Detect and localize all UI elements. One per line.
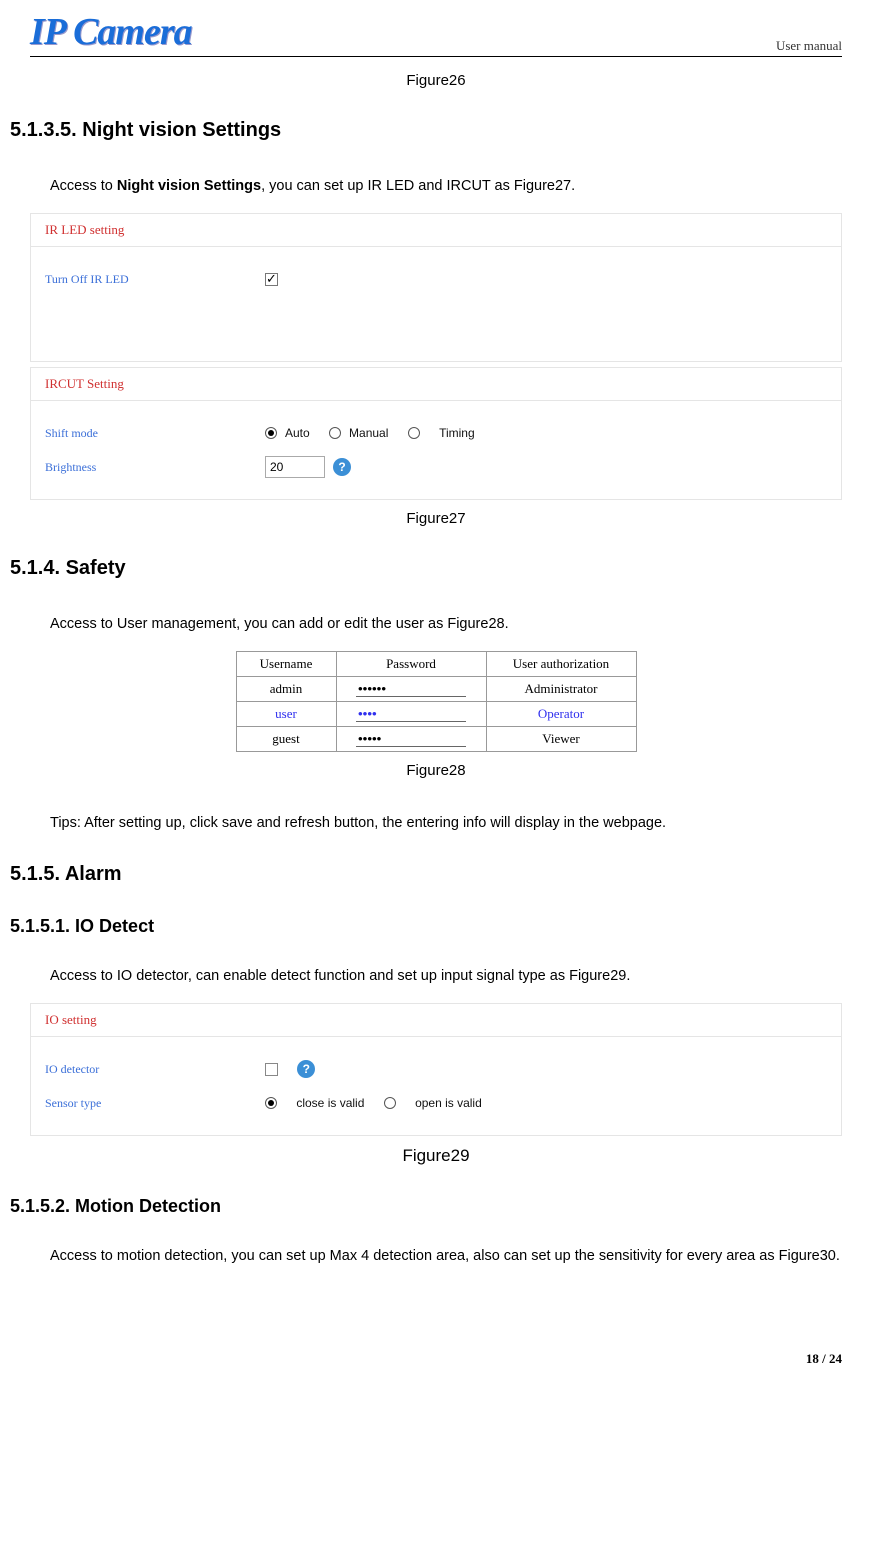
radio-manual-label: Manual <box>349 426 388 440</box>
help-icon[interactable]: ? <box>333 458 351 476</box>
admin-password-input[interactable] <box>356 681 466 697</box>
heading-safety: 5.1.4. Safety <box>10 557 842 580</box>
motion-intro: Access to motion detection, you can set … <box>50 1242 842 1271</box>
help-icon[interactable]: ? <box>297 1060 315 1078</box>
th-password: Password <box>336 652 486 677</box>
label-sensor-type: Sensor type <box>45 1096 265 1111</box>
panel-header: IO setting <box>31 1004 841 1037</box>
radio-close-valid-label: close is valid <box>296 1096 364 1110</box>
cell-guest-auth: Viewer <box>486 727 636 752</box>
label-turn-off-ir: Turn Off IR LED <box>45 272 265 287</box>
logo: IP Camera <box>30 10 192 54</box>
radio-auto-label: Auto <box>285 426 310 440</box>
radio-close-valid[interactable] <box>265 1097 277 1109</box>
cell-guest-name: guest <box>236 727 336 752</box>
figure26-caption: Figure26 <box>30 72 842 89</box>
cell-user-auth: Operator <box>486 702 636 727</box>
page-number: 18 / 24 <box>30 1351 842 1367</box>
figure28-caption: Figure28 <box>30 762 842 779</box>
cell-user-name: user <box>236 702 336 727</box>
checkbox-turn-off-ir[interactable] <box>265 273 278 286</box>
header-label: User manual <box>776 38 842 54</box>
user-password-input[interactable] <box>356 706 466 722</box>
figure29-caption: Figure29 <box>30 1146 842 1166</box>
radio-timing[interactable] <box>408 427 420 439</box>
figure27-caption: Figure27 <box>30 510 842 527</box>
panel-header: IRCUT Setting <box>31 368 841 401</box>
checkbox-io-detector[interactable] <box>265 1063 278 1076</box>
cell-admin-auth: Administrator <box>486 677 636 702</box>
text: Access to <box>50 178 117 194</box>
th-username: Username <box>236 652 336 677</box>
text-bold: Night vision Settings <box>117 178 261 194</box>
panel-io-setting: IO setting IO detector ? Sensor type clo… <box>30 1003 842 1136</box>
heading-alarm: 5.1.5. Alarm <box>10 863 842 886</box>
cell-admin-name: admin <box>236 677 336 702</box>
radio-timing-label: Timing <box>439 426 475 440</box>
radio-manual[interactable] <box>329 427 341 439</box>
panel-ir-led: IR LED setting Turn Off IR LED <box>30 213 842 362</box>
safety-tips: Tips: After setting up, click save and r… <box>50 809 842 838</box>
text: , you can set up IR LED and IRCUT as Fig… <box>261 178 575 194</box>
label-io-detector: IO detector <box>45 1062 265 1077</box>
radio-open-valid[interactable] <box>384 1097 396 1109</box>
heading-motion-detection: 5.1.5.2. Motion Detection <box>10 1196 842 1217</box>
guest-password-input[interactable] <box>356 731 466 747</box>
panel-header: IR LED setting <box>31 214 841 247</box>
brightness-input[interactable] <box>265 456 325 478</box>
io-intro: Access to IO detector, can enable detect… <box>50 962 842 991</box>
safety-intro: Access to User management, you can add o… <box>50 610 842 639</box>
panel-ircut: IRCUT Setting Shift mode Auto Manual Tim… <box>30 367 842 500</box>
heading-io-detect: 5.1.5.1. IO Detect <box>10 916 842 937</box>
label-brightness: Brightness <box>45 460 265 475</box>
radio-auto[interactable] <box>265 427 277 439</box>
th-auth: User authorization <box>486 652 636 677</box>
user-table: Username Password User authorization adm… <box>236 651 637 752</box>
page-header: IP Camera User manual <box>30 10 842 57</box>
night-vision-intro: Access to Night vision Settings, you can… <box>50 172 842 201</box>
label-shift-mode: Shift mode <box>45 426 265 441</box>
heading-night-vision: 5.1.3.5. Night vision Settings <box>10 119 842 142</box>
radio-open-valid-label: open is valid <box>415 1096 482 1110</box>
